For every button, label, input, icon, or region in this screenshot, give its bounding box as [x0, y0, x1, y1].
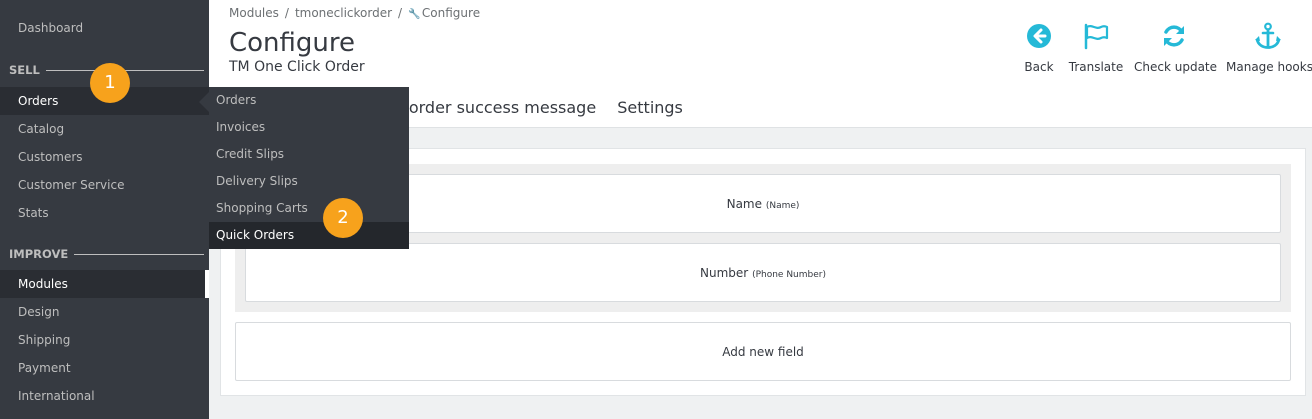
submenu-item-credit-slips[interactable]: Credit Slips — [209, 141, 409, 168]
step-badge-2: 2 — [323, 198, 363, 238]
add-new-field-button[interactable]: Add new field — [235, 322, 1291, 381]
sidebar-item-customer-service[interactable]: Customer Service — [0, 171, 209, 199]
tab-success-message[interactable]: eorder success message — [399, 98, 596, 117]
translate-button[interactable]: Translate — [1066, 22, 1126, 74]
breadcrumb: Modules / tmoneclickorder / 🔧 Configure — [229, 6, 480, 20]
breadcrumb-modules[interactable]: Modules — [229, 6, 279, 20]
sidebar-item-design[interactable]: Design — [0, 298, 209, 326]
flag-icon — [1084, 23, 1109, 50]
field-label: Number — [700, 266, 749, 280]
sidebar-item-customers[interactable]: Customers — [0, 143, 209, 171]
sidebar-item-payment[interactable]: Payment — [0, 354, 209, 382]
orders-submenu: Orders Invoices Credit Slips Delivery Sl… — [209, 87, 409, 249]
check-update-button[interactable]: Check update — [1134, 22, 1218, 74]
sidebar-item-stats[interactable]: Stats — [0, 199, 209, 227]
field-label: Name — [726, 197, 762, 211]
field-number[interactable]: Number (Phone Number) — [245, 243, 1281, 302]
wrench-icon: 🔧 — [408, 9, 421, 20]
field-hint: (Name) — [765, 201, 800, 211]
section-divider — [74, 254, 204, 255]
breadcrumb-configure: Configure — [421, 6, 481, 20]
tab-settings[interactable]: Settings — [617, 98, 683, 117]
submenu-item-orders[interactable]: Orders — [209, 87, 409, 114]
breadcrumb-separator: / — [284, 6, 289, 20]
sidebar-item-shipping[interactable]: Shipping — [0, 326, 209, 354]
back-arrow-icon — [1027, 24, 1051, 48]
sidebar-section-improve: IMPROVE — [0, 240, 209, 268]
sidebar-item-modules[interactable]: Modules — [0, 270, 209, 298]
field-hint: (Phone Number) — [752, 270, 826, 280]
breadcrumb-separator: / — [398, 6, 403, 20]
manage-hooks-label: Manage hooks — [1226, 60, 1312, 74]
config-tabs: eorder success message Settings — [399, 98, 699, 117]
check-update-label: Check update — [1134, 60, 1218, 74]
page-subtitle: TM One Click Order — [229, 59, 365, 75]
submenu-item-shopping-carts[interactable]: Shopping Carts — [209, 195, 409, 222]
anchor-icon — [1255, 22, 1281, 49]
sidebar-item-catalog[interactable]: Catalog — [0, 115, 209, 143]
back-button[interactable]: Back — [1017, 22, 1061, 74]
translate-label: Translate — [1068, 60, 1124, 74]
sidebar-item-international[interactable]: International — [0, 382, 209, 410]
manage-hooks-button[interactable]: Manage hooks — [1226, 22, 1312, 74]
sidebar-section-sell-label: SELL — [9, 63, 40, 77]
page-title: Configure — [229, 28, 356, 58]
breadcrumb-module[interactable]: tmoneclickorder — [295, 6, 392, 20]
step-badge-1: 1 — [90, 63, 130, 103]
submenu-pointer — [199, 92, 209, 112]
sidebar-item-dashboard[interactable]: Dashboard — [0, 14, 209, 42]
refresh-icon — [1164, 25, 1184, 47]
submenu-item-delivery-slips[interactable]: Delivery Slips — [209, 168, 409, 195]
sidebar-section-improve-label: IMPROVE — [9, 247, 69, 261]
submenu-item-invoices[interactable]: Invoices — [209, 114, 409, 141]
back-label: Back — [1024, 60, 1054, 74]
submenu-item-quick-orders[interactable]: Quick Orders — [209, 222, 409, 249]
active-indicator — [205, 270, 209, 298]
